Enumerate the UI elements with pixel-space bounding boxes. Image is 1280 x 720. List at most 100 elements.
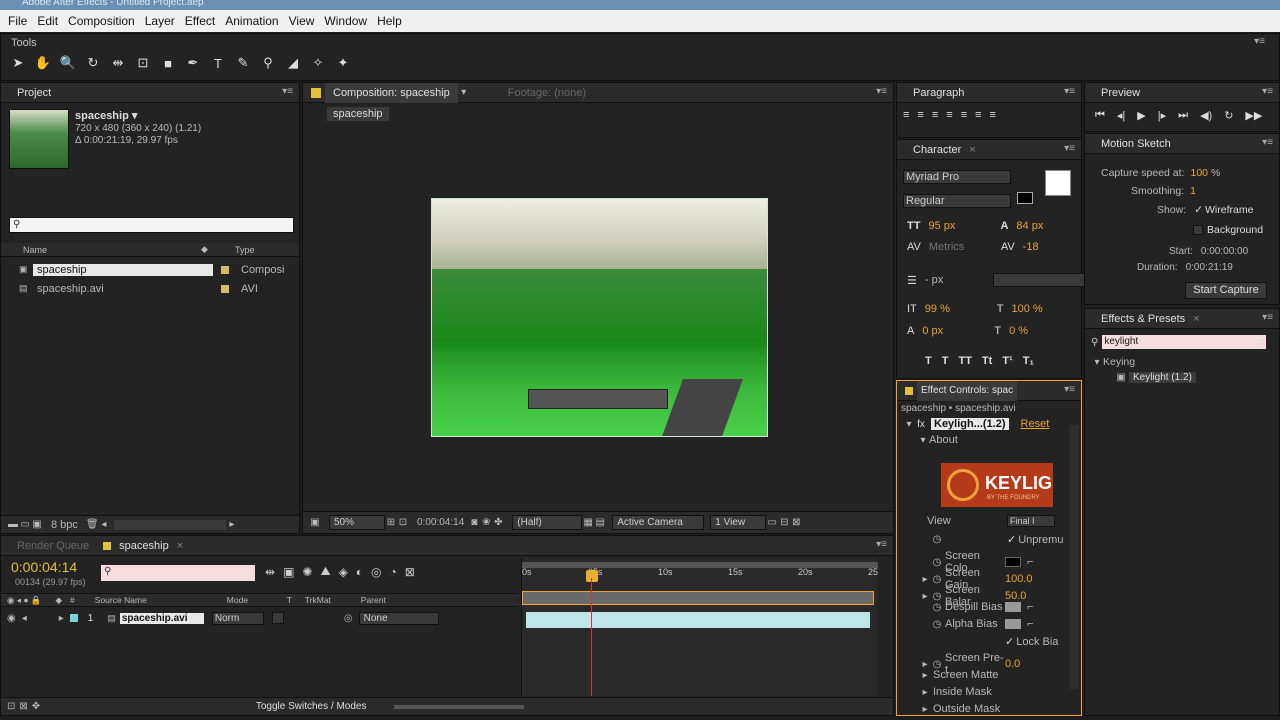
stopwatch-icon[interactable]: ◷ bbox=[931, 574, 943, 585]
smoothing-value[interactable]: 1 bbox=[1190, 185, 1196, 197]
visibility-icon[interactable]: ◉ bbox=[7, 613, 16, 624]
stopwatch-icon[interactable]: ◷ bbox=[931, 557, 943, 568]
screen-matte-group[interactable]: Screen Matte bbox=[933, 669, 998, 681]
puppet-tool-icon[interactable]: ✦ bbox=[332, 52, 354, 74]
tab-timeline-comp[interactable]: spaceship bbox=[111, 536, 177, 556]
grid-icon[interactable]: ⊞ bbox=[385, 517, 397, 528]
brush-tool-icon[interactable]: ✎ bbox=[232, 52, 254, 74]
reset-button[interactable]: Reset bbox=[1021, 418, 1050, 430]
tab-footage[interactable]: Footage: (none) bbox=[500, 83, 594, 103]
font-style-select[interactable]: Regular bbox=[903, 194, 1011, 208]
eyedropper-icon[interactable]: ⌐ bbox=[1027, 601, 1033, 613]
panel-menu-icon[interactable]: ▾≡ bbox=[1064, 143, 1075, 154]
column-source-name[interactable]: Source Name bbox=[95, 595, 227, 605]
scroll-left-icon[interactable]: ◂ bbox=[98, 519, 110, 530]
play-icon[interactable]: ▶ bbox=[1137, 109, 1145, 122]
view-select[interactable]: Final I bbox=[1007, 515, 1055, 527]
panel-menu-icon[interactable]: ▾≡ bbox=[282, 86, 293, 97]
project-item-name[interactable]: spaceship ▾ bbox=[75, 109, 137, 122]
snapshot-icon[interactable]: ◙ bbox=[468, 517, 480, 528]
eyedropper-icon[interactable]: ⌐ bbox=[1027, 618, 1033, 630]
disclosure-triangle-icon[interactable]: ▸ bbox=[919, 591, 931, 602]
playhead-handle[interactable] bbox=[586, 570, 598, 582]
param-value[interactable]: 0.0 bbox=[1005, 658, 1020, 670]
parent-select[interactable]: None bbox=[358, 611, 439, 625]
trash-icon[interactable]: 🗑 bbox=[86, 519, 99, 530]
chevron-down-icon[interactable]: ▾ bbox=[458, 87, 470, 98]
project-search-input[interactable]: ⚲ bbox=[9, 217, 294, 233]
close-icon[interactable]: × bbox=[969, 144, 975, 156]
pixel-aspect-icon[interactable]: ▭ bbox=[766, 517, 778, 528]
panel-menu-icon[interactable]: ▾≡ bbox=[1254, 36, 1265, 47]
auto-keyframe-icon[interactable]: ◎ bbox=[371, 565, 381, 579]
small-caps-button[interactable]: Tt bbox=[982, 355, 992, 367]
layer-duration-bar[interactable] bbox=[526, 612, 870, 628]
disclosure-triangle-icon[interactable]: ▸ bbox=[919, 670, 931, 681]
vertical-scrollbar[interactable] bbox=[1069, 425, 1079, 689]
panel-menu-icon[interactable]: ▾≡ bbox=[1262, 86, 1273, 97]
type-tool-icon[interactable]: T bbox=[207, 52, 229, 74]
project-row[interactable]: ▤ spaceship.avi AVI bbox=[1, 280, 299, 297]
tab-motion-sketch[interactable]: Motion Sketch bbox=[1093, 134, 1179, 154]
inside-mask-group[interactable]: Inside Mask bbox=[933, 686, 992, 698]
camera-select[interactable]: Active Camera bbox=[612, 515, 705, 530]
stopwatch-icon[interactable]: ◷ bbox=[931, 534, 943, 545]
layer-switches-icon[interactable]: ⊡ bbox=[7, 701, 15, 712]
kerning-value[interactable]: Metrics bbox=[929, 241, 989, 253]
capture-speed-value[interactable]: 100 bbox=[1190, 167, 1208, 179]
project-row-name[interactable]: spaceship.avi bbox=[33, 283, 213, 295]
audio-icon[interactable]: ◀) bbox=[1200, 109, 1212, 122]
scroll-right-icon[interactable]: ▸ bbox=[226, 519, 238, 530]
tab-preview[interactable]: Preview bbox=[1093, 83, 1148, 103]
current-time[interactable]: 0:00:04:14 bbox=[417, 517, 464, 528]
first-frame-icon[interactable]: ⏮ bbox=[1095, 109, 1105, 122]
transfer-controls-icon[interactable]: ⊠ bbox=[19, 701, 27, 712]
close-icon[interactable]: × bbox=[1193, 313, 1199, 325]
close-icon[interactable]: × bbox=[177, 540, 183, 552]
checkbox-checked[interactable]: ✓ bbox=[1194, 204, 1203, 216]
checkbox-checked[interactable]: ✓ bbox=[1007, 533, 1016, 546]
new-folder-icon[interactable]: ▭ bbox=[19, 519, 31, 530]
disclosure-triangle-icon[interactable]: ▸ bbox=[919, 687, 931, 698]
previous-frame-icon[interactable]: ◂| bbox=[1117, 109, 1125, 122]
in-out-icon[interactable]: ✥ bbox=[32, 701, 40, 712]
outside-mask-group[interactable]: Outside Mask bbox=[933, 703, 1000, 715]
rotate-tool-icon[interactable]: ↻ bbox=[82, 52, 104, 74]
despill-color-swatch[interactable] bbox=[1005, 602, 1021, 612]
tab-effect-controls[interactable]: Effect Controls: spac bbox=[917, 380, 1018, 401]
interpret-footage-icon[interactable]: ▬ bbox=[7, 519, 19, 530]
panel-menu-icon[interactable]: ▾≡ bbox=[876, 86, 887, 97]
stopwatch-icon[interactable]: ◷ bbox=[931, 659, 943, 670]
effect-name[interactable]: Keyligh...(1.2) bbox=[931, 418, 1009, 430]
selection-tool-icon[interactable]: ➤ bbox=[7, 52, 29, 74]
screen-colour-swatch[interactable] bbox=[1005, 557, 1021, 567]
start-capture-button[interactable]: Start Capture bbox=[1185, 282, 1267, 299]
panel-menu-icon[interactable]: ▾≡ bbox=[876, 539, 887, 550]
panel-menu-icon[interactable]: ▾≡ bbox=[1262, 312, 1273, 323]
menu-animation[interactable]: Animation bbox=[221, 14, 284, 28]
composition-breadcrumb[interactable]: spaceship bbox=[327, 107, 389, 121]
menu-layer[interactable]: Layer bbox=[141, 14, 181, 28]
frame-blending-icon[interactable]: ⛰ bbox=[320, 564, 330, 579]
checkbox-checked[interactable]: ✓ bbox=[1005, 635, 1014, 648]
disclosure-triangle-icon[interactable]: ▾ bbox=[917, 435, 929, 446]
hand-tool-icon[interactable]: ✋ bbox=[32, 52, 54, 74]
last-frame-icon[interactable]: ⏭ bbox=[1178, 109, 1188, 122]
expand-layer-icon[interactable]: ▸ bbox=[59, 613, 64, 624]
tab-render-queue[interactable]: Render Queue bbox=[9, 536, 97, 556]
composition-viewer[interactable] bbox=[431, 198, 768, 437]
stopwatch-icon[interactable]: ◷ bbox=[931, 619, 943, 630]
label-swatch[interactable] bbox=[221, 284, 229, 293]
view-layout-select[interactable]: 1 View bbox=[710, 515, 767, 530]
disclosure-triangle-icon[interactable]: ▸ bbox=[919, 659, 931, 670]
column-name[interactable]: Name bbox=[1, 245, 201, 255]
menu-window[interactable]: Window bbox=[320, 14, 373, 28]
show-snapshot-icon[interactable]: ❀ bbox=[480, 517, 492, 528]
panel-menu-icon[interactable]: ▾≡ bbox=[1064, 86, 1075, 97]
eraser-tool-icon[interactable]: ◢ bbox=[282, 52, 304, 74]
timeline-current-time[interactable]: 0:00:04:14 bbox=[11, 559, 77, 575]
loop-icon[interactable]: ↻ bbox=[1224, 109, 1233, 122]
disclosure-triangle-icon[interactable]: ▾ bbox=[903, 419, 915, 430]
tab-paragraph[interactable]: Paragraph bbox=[905, 83, 972, 103]
zoom-slider[interactable] bbox=[394, 704, 525, 709]
